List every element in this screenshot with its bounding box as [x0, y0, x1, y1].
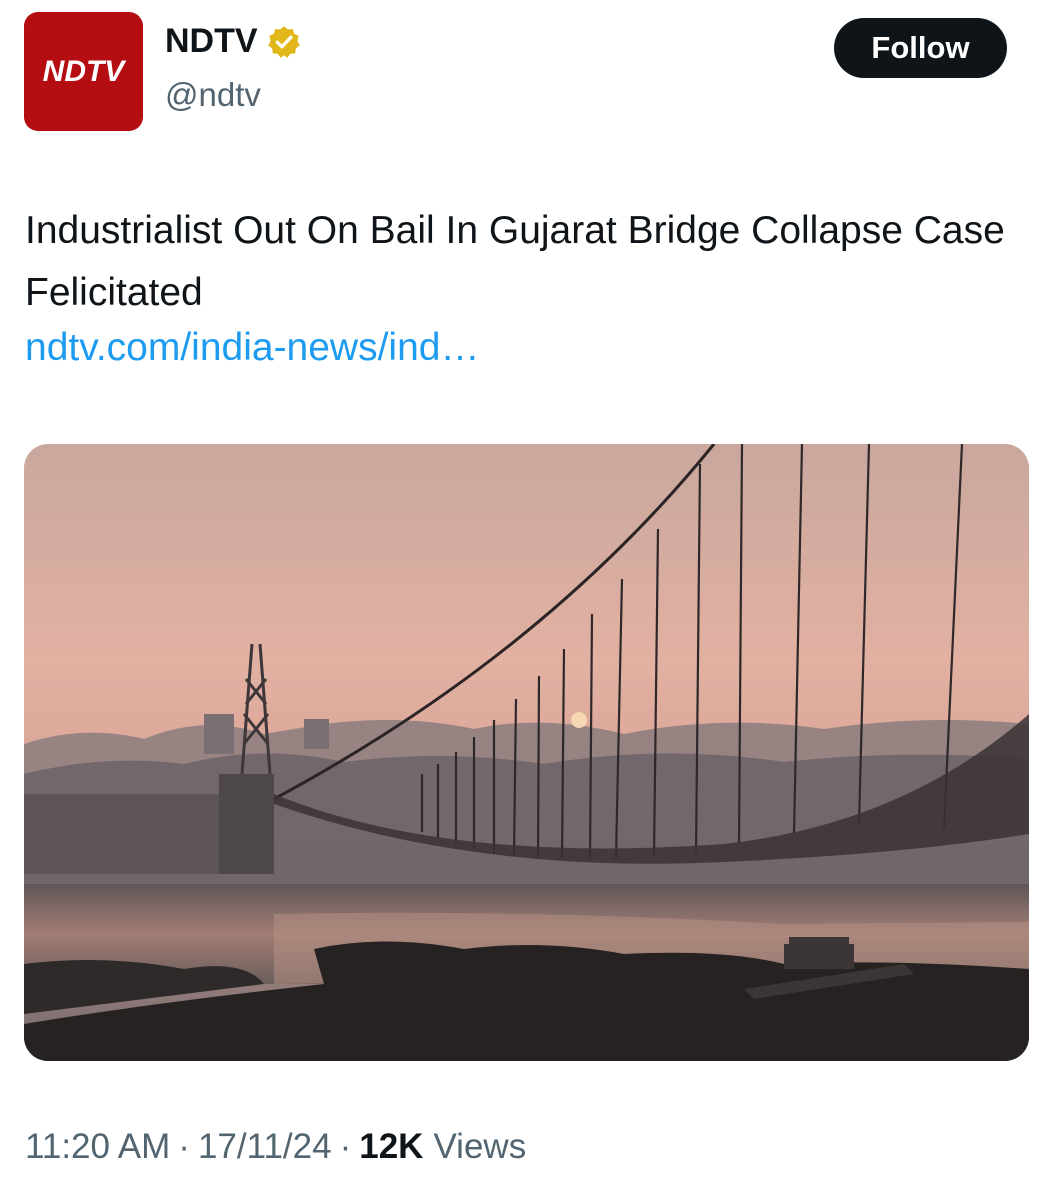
display-name[interactable]: NDTV [165, 22, 258, 61]
meta-separator: · [178, 1127, 190, 1166]
account-name-row: NDTV [165, 22, 302, 61]
tweet-time[interactable]: 11:20 AM [25, 1127, 170, 1167]
account-handle[interactable]: @ndtv [165, 76, 261, 114]
follow-button[interactable]: Follow [834, 18, 1007, 78]
meta-separator: · [339, 1127, 352, 1166]
tweet-metadata: 11:20 AM · 17/11/24 · 12K Views [25, 1127, 526, 1167]
tweet-media-photo[interactable] [24, 444, 1029, 1061]
bridge-sunset-photo-icon [24, 444, 1029, 1061]
views-label[interactable]: Views [433, 1127, 526, 1167]
tweet-date[interactable]: 17/11/24 [198, 1127, 332, 1167]
avatar[interactable]: NDTV [24, 12, 143, 131]
tweet-link[interactable]: ndtv.com/india-news/ind… [25, 326, 479, 370]
avatar-logo-text: NDTV [42, 54, 125, 88]
tweet-text: Industrialist Out On Bail In Gujarat Bri… [25, 209, 1005, 314]
views-count[interactable]: 12K [359, 1127, 423, 1167]
verified-badge-icon[interactable] [266, 24, 302, 60]
